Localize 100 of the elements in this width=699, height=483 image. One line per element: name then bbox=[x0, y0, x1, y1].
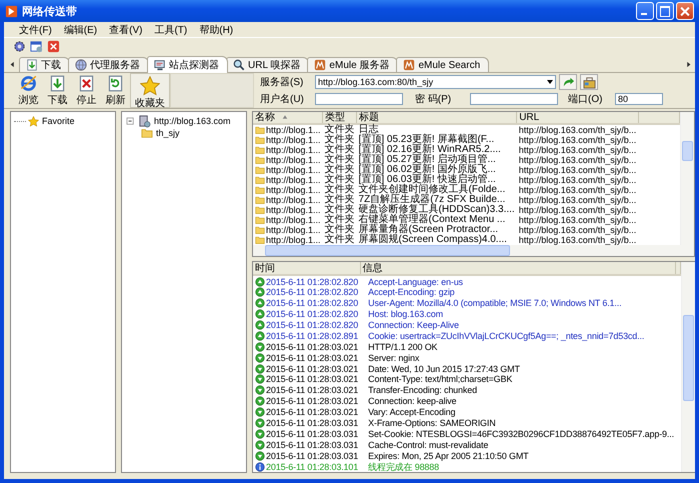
vertical-scrollbar[interactable] bbox=[680, 112, 694, 245]
browser-icon bbox=[20, 75, 37, 92]
monitor-icon bbox=[154, 59, 166, 71]
search-icon bbox=[233, 59, 245, 71]
settings-button[interactable] bbox=[12, 39, 27, 54]
table-cell: 文件夹 bbox=[322, 124, 357, 135]
username-label: 用户名(U) bbox=[260, 92, 305, 106]
star-icon bbox=[28, 116, 39, 126]
column-header[interactable]: URL bbox=[516, 112, 638, 124]
menu-item[interactable]: 工具(T) bbox=[151, 22, 190, 36]
table-cell: 2015-6-11 01:28:02.820 bbox=[266, 276, 358, 287]
go-button[interactable] bbox=[559, 74, 577, 90]
tool-button[interactable] bbox=[580, 74, 598, 90]
table-cell-text: 文件夹 bbox=[324, 215, 356, 225]
gear-icon bbox=[13, 40, 26, 53]
server-label: 服务器(S) bbox=[260, 76, 304, 89]
collapse-icon[interactable] bbox=[125, 116, 136, 126]
username-field[interactable] bbox=[315, 93, 403, 105]
table-cell-text: 文件夹 bbox=[324, 155, 356, 165]
table-cell-text: 文件夹 bbox=[324, 165, 356, 175]
minimize-button[interactable] bbox=[636, 2, 654, 20]
tree-item[interactable]: th_sjy bbox=[155, 128, 181, 138]
horizontal-scrollbar[interactable] bbox=[253, 245, 694, 256]
table-cell-text: Host: blog.163.com bbox=[367, 308, 444, 320]
table-cell-text: HTTP/1.1 200 OK bbox=[367, 341, 438, 352]
table-cell-text: 文件夹 bbox=[324, 195, 356, 205]
tab[interactable]: 站点探测器 bbox=[147, 56, 228, 73]
column-header[interactable]: 名称 bbox=[253, 112, 323, 124]
toolbar-button[interactable]: 停止 bbox=[72, 73, 101, 108]
table-cell: http://blog.1... bbox=[266, 165, 321, 175]
toolbox-icon bbox=[582, 76, 596, 88]
tab[interactable]: eMule Search bbox=[396, 57, 490, 72]
table-cell-text: 7Z自解压生成器(7z SFX Builde... bbox=[358, 195, 506, 205]
table-cell: 2015-6-11 01:28:03.031 bbox=[266, 450, 358, 461]
menu-item[interactable]: 编辑(E) bbox=[60, 22, 100, 36]
globe-icon bbox=[75, 59, 87, 71]
table-cell-text: 文件夹 bbox=[324, 175, 356, 185]
table-cell: http://blog.1... bbox=[266, 145, 321, 155]
table-cell-text: Content-Type: text/html;charset=GBK bbox=[367, 374, 514, 385]
table-cell: 2015-6-11 01:28:02.820 bbox=[266, 298, 358, 308]
server-combo[interactable]: http://blog.163.com:80/th_sjy bbox=[315, 75, 556, 89]
stop-icon bbox=[78, 75, 95, 92]
window-title: 网络传送带 bbox=[22, 4, 78, 18]
folder-icon bbox=[141, 127, 153, 139]
table-cell: 2015-6-11 01:28:02.820 bbox=[266, 320, 358, 330]
table-cell-text: 文件夹 bbox=[324, 225, 356, 235]
tab[interactable]: 下载 bbox=[19, 57, 70, 72]
table-cell-text: 右键菜单管理器(Context Menu ... bbox=[358, 215, 506, 225]
table-cell: 2015-6-11 01:28:03.031 bbox=[266, 428, 358, 439]
table-cell: 2015-6-11 01:28:03.021 bbox=[266, 374, 358, 384]
password-field[interactable] bbox=[470, 93, 558, 105]
table-cell-text: 文件夹 bbox=[324, 235, 356, 245]
toolbar-button[interactable]: 刷新 bbox=[101, 73, 130, 108]
toolbar-button[interactable]: 浏览 bbox=[14, 73, 43, 108]
table-cell: 2015-6-11 01:28:03.021 bbox=[266, 385, 358, 396]
table-cell: 2015-6-11 01:28:02.891 bbox=[266, 330, 358, 341]
port-field[interactable]: 80 bbox=[615, 93, 663, 105]
table-cell: Accept-Language: en-us bbox=[360, 275, 676, 288]
menu-item[interactable]: 查看(V) bbox=[106, 22, 146, 36]
maximize-button[interactable] bbox=[656, 2, 674, 20]
table-cell-text: Date: Wed, 10 Jun 2015 17:27:43 GMT bbox=[367, 363, 521, 374]
column-header[interactable]: 标题 bbox=[356, 112, 517, 124]
table-cell-text: Transfer-Encoding: chunked bbox=[367, 384, 478, 396]
password-label: 密 码(P) bbox=[414, 92, 452, 106]
table-cell: http://blog.1... bbox=[266, 185, 321, 195]
table-cell-text: X-Frame-Options: SAMEORIGIN bbox=[367, 418, 497, 428]
table-cell-text: http://blog.163.com/th_sjy/b... bbox=[518, 195, 638, 205]
tab[interactable]: eMule 服务器 bbox=[307, 57, 398, 72]
tab[interactable]: 代理服务器 bbox=[68, 57, 149, 72]
close-button[interactable] bbox=[676, 2, 694, 20]
column-header[interactable]: 类型 bbox=[322, 112, 357, 124]
table-cell-text: http://blog.163.com/th_sjy/b... bbox=[518, 145, 638, 155]
table-cell-text: 文件夹 bbox=[324, 185, 356, 195]
vertical-scrollbar[interactable] bbox=[681, 262, 696, 472]
toolbar-button[interactable]: 下载 bbox=[43, 73, 72, 108]
window-icon bbox=[30, 40, 43, 53]
table-cell: 2015-6-11 01:28:03.021 bbox=[266, 407, 358, 418]
window-button[interactable] bbox=[29, 39, 44, 54]
app-icon bbox=[5, 4, 18, 18]
table-cell: http://blog.1... bbox=[266, 235, 321, 245]
table-cell-text: 文件夹创建时间修改工具(Folde... bbox=[358, 185, 506, 195]
column-header[interactable]: 信息 bbox=[360, 262, 676, 276]
menu-item[interactable]: 文件(F) bbox=[16, 22, 55, 36]
tree-item[interactable]: Favorite bbox=[41, 116, 76, 126]
table-cell-text: [置顶] 06.03更新! 快速启动管... bbox=[358, 175, 496, 185]
column-header[interactable]: 时间 bbox=[253, 262, 360, 276]
table-cell-text: http://blog.163.com/th_sjy/b... bbox=[518, 235, 638, 245]
table-cell-text: 屏幕圆规(Screen Compass)4.0.... bbox=[358, 235, 508, 245]
tree-item[interactable]: http://blog.163.com bbox=[153, 116, 232, 126]
menu-item[interactable]: 帮助(H) bbox=[196, 22, 236, 36]
table-cell: 日志 bbox=[356, 124, 517, 135]
table-cell: http://blog.1... bbox=[266, 215, 321, 225]
table-cell-text: [置顶] 06.02更新! 国外原版飞... bbox=[358, 165, 497, 175]
table-cell-text: [置顶] 02.16更新! WinRAR5.2.... bbox=[358, 145, 502, 155]
table-cell: http://blog.1... bbox=[266, 225, 321, 235]
toolbar-button[interactable]: 收藏夹 bbox=[130, 73, 170, 108]
tab[interactable]: URL 嗅探器 bbox=[226, 57, 310, 72]
close-tool-button[interactable] bbox=[46, 39, 61, 54]
close-icon bbox=[47, 40, 60, 53]
table-cell-text: 屏幕量角器(Screen Protractor... bbox=[358, 225, 498, 235]
